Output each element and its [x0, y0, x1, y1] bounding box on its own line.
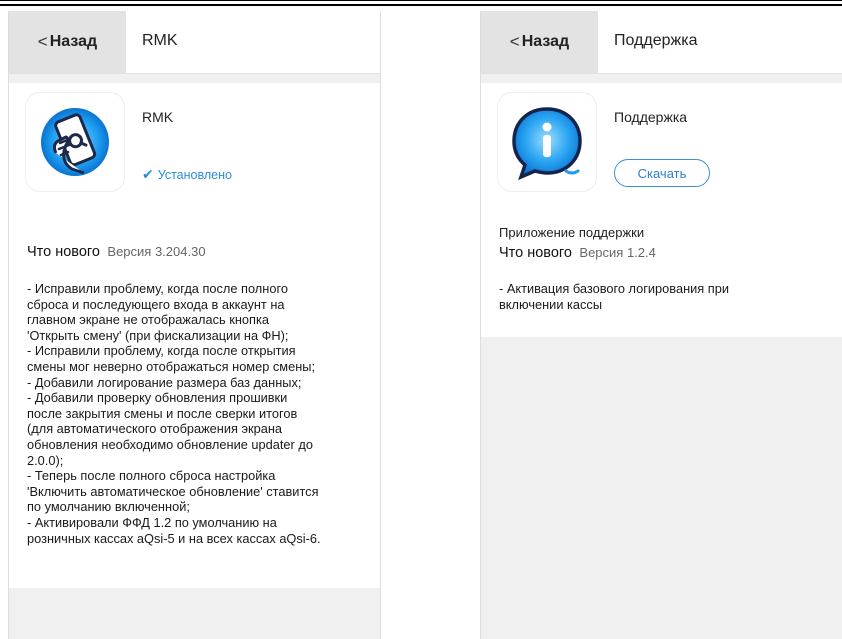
version-label: Версия 3.204.30 [107, 244, 206, 259]
release-notes: - Исправили проблему, когда после полног… [27, 281, 321, 546]
header: < Назад RMK [9, 11, 380, 74]
whats-new-label: Что нового [499, 245, 572, 261]
checkmark-icon: ✔ [142, 166, 154, 182]
app-details-card: RMK ✔ Установлено Что нового Версия 3.20… [9, 83, 380, 588]
page-title: RMK [142, 32, 178, 49]
phone-hand-icon [26, 93, 124, 191]
whats-new-label: Что нового [27, 244, 100, 260]
chevron-left-icon: < [509, 32, 520, 51]
rmk-app-screen: < Назад RMK RMK ✔ Установлено Что нового… [8, 11, 381, 639]
top-border [0, 4, 842, 6]
header: < Назад Поддержка [481, 11, 842, 74]
whats-new-header: Что нового Версия 1.2.4 [499, 244, 833, 262]
support-app-screen: < Назад Поддержка Поддержка Скачать Прил… [480, 11, 842, 639]
back-button[interactable]: < Назад [9, 11, 126, 73]
installed-status: ✔ Установлено [142, 166, 232, 183]
app-details-card: Поддержка Скачать Приложение поддержки Ч… [481, 83, 842, 337]
app-description: Приложение поддержки [499, 225, 645, 240]
top-border-thin [0, 0, 842, 1]
version-label: Версия 1.2.4 [579, 245, 656, 260]
app-name: RMK [142, 109, 174, 125]
back-label: Назад [49, 33, 98, 50]
app-name: Поддержка [614, 109, 688, 125]
download-button[interactable]: Скачать [614, 159, 710, 187]
release-notes: - Активация базового логирования при вкл… [499, 281, 729, 312]
back-button[interactable]: < Назад [481, 11, 598, 73]
info-chat-icon [498, 93, 596, 191]
installed-label: Установлено [157, 167, 232, 182]
back-label: Назад [521, 33, 570, 50]
whats-new-header: Что нового Версия 3.204.30 [27, 243, 370, 261]
page-title: Поддержка [614, 32, 698, 49]
chevron-left-icon: < [37, 32, 48, 51]
